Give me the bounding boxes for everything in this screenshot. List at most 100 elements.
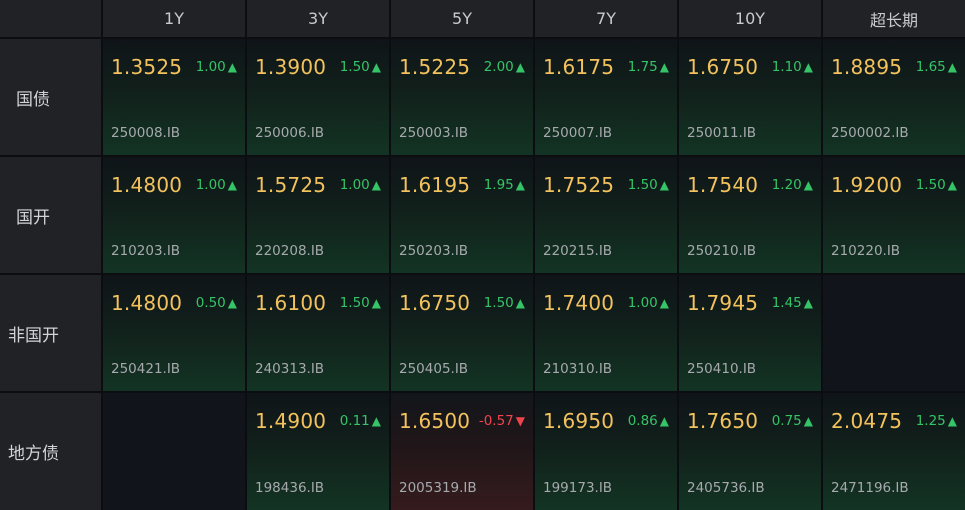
change-value: 0.50 ▲ <box>196 295 237 311</box>
quote-cell[interactable]: 1.6100 1.50 ▲ 240313.IB <box>247 275 389 391</box>
yield-value: 1.6750 <box>687 55 759 79</box>
quote-cell[interactable]: 1.6750 1.10 ▲ 250011.IB <box>679 39 821 155</box>
quote-cell[interactable]: 1.6175 1.75 ▲ 250007.IB <box>535 39 677 155</box>
change-value: 1.45 ▲ <box>772 295 813 311</box>
triangle-up-icon: ▲ <box>947 60 957 74</box>
change-value: -0.57 ▼ <box>479 413 525 429</box>
bond-code: 250007.IB <box>543 125 613 141</box>
change-value: 1.50 ▲ <box>916 177 957 193</box>
change-value: 1.95 ▲ <box>484 177 525 193</box>
yield-value: 1.8895 <box>831 55 903 79</box>
quote-cell-empty[interactable] <box>103 393 245 510</box>
bond-code: 210310.IB <box>543 361 613 377</box>
quote-cell[interactable]: 1.7525 1.50 ▲ 220215.IB <box>535 157 677 273</box>
bond-code: 250410.IB <box>687 361 757 377</box>
quote-cell[interactable]: 1.7540 1.20 ▲ 250210.IB <box>679 157 821 273</box>
quote-cell[interactable]: 1.6500 -0.57 ▼ 2005319.IB <box>391 393 533 510</box>
quote-cell[interactable]: 1.3900 1.50 ▲ 250006.IB <box>247 39 389 155</box>
change-number: 1.10 <box>771 59 802 75</box>
yield-value: 1.6175 <box>543 55 615 79</box>
change-number: 1.20 <box>771 177 802 193</box>
triangle-up-icon: ▲ <box>371 60 381 74</box>
triangle-up-icon: ▲ <box>659 296 669 310</box>
yield-value: 1.6500 <box>399 409 471 433</box>
change-value: 0.86 ▲ <box>628 413 669 429</box>
row-label: 国开 <box>0 157 101 273</box>
quote-cell[interactable]: 1.4800 0.50 ▲ 250421.IB <box>103 275 245 391</box>
triangle-down-icon: ▼ <box>515 414 525 428</box>
change-number: -0.57 <box>478 413 514 429</box>
change-number: 0.75 <box>771 413 802 429</box>
triangle-up-icon: ▲ <box>803 178 813 192</box>
column-header-1y[interactable]: 1Y <box>103 0 245 37</box>
bond-yield-grid: 1Y 3Y 5Y 7Y 10Y 超长期 国债 1.3525 1.00 ▲ 250008.… <box>0 0 965 510</box>
quote-cell[interactable]: 1.4800 1.00 ▲ 210203.IB <box>103 157 245 273</box>
quote-cell[interactable]: 1.5225 2.00 ▲ 250003.IB <box>391 39 533 155</box>
triangle-up-icon: ▲ <box>803 60 813 74</box>
bond-code: 220208.IB <box>255 243 325 259</box>
quote-cell[interactable]: 1.7650 0.75 ▲ 2405736.IB <box>679 393 821 510</box>
bond-code: 250203.IB <box>399 243 469 259</box>
column-header-5y[interactable]: 5Y <box>391 0 533 37</box>
quote-cell[interactable]: 1.5725 1.00 ▲ 220208.IB <box>247 157 389 273</box>
change-number: 1.25 <box>915 413 946 429</box>
row-label: 非国开 <box>0 275 101 391</box>
quote-cell[interactable]: 1.4900 0.11 ▲ 198436.IB <box>247 393 389 510</box>
change-value: 1.20 ▲ <box>772 177 813 193</box>
yield-value: 1.7400 <box>543 291 615 315</box>
column-header-10y[interactable]: 10Y <box>679 0 821 37</box>
quote-cell[interactable]: 1.8895 1.65 ▲ 2500002.IB <box>823 39 965 155</box>
quote-cell[interactable]: 1.3525 1.00 ▲ 250008.IB <box>103 39 245 155</box>
header-corner <box>0 0 101 37</box>
triangle-up-icon: ▲ <box>659 178 669 192</box>
bond-code: 250421.IB <box>111 361 181 377</box>
bond-code: 250405.IB <box>399 361 469 377</box>
change-number: 2.00 <box>483 59 514 75</box>
yield-value: 1.6100 <box>255 291 327 315</box>
bond-code: 250003.IB <box>399 125 469 141</box>
yield-value: 1.3900 <box>255 55 327 79</box>
quote-cell[interactable]: 1.6195 1.95 ▲ 250203.IB <box>391 157 533 273</box>
bond-code: 220215.IB <box>543 243 613 259</box>
triangle-up-icon: ▲ <box>515 296 525 310</box>
yield-value: 1.3525 <box>111 55 183 79</box>
bond-code: 210203.IB <box>111 243 181 259</box>
yield-value: 1.4800 <box>111 173 183 197</box>
bond-code: 198436.IB <box>255 480 325 496</box>
change-value: 1.25 ▲ <box>916 413 957 429</box>
column-header-7y[interactable]: 7Y <box>535 0 677 37</box>
column-header-3y[interactable]: 3Y <box>247 0 389 37</box>
change-value: 1.00 ▲ <box>196 59 237 75</box>
change-number: 1.95 <box>483 177 514 193</box>
change-value: 0.75 ▲ <box>772 413 813 429</box>
quote-cell[interactable]: 1.6750 1.50 ▲ 250405.IB <box>391 275 533 391</box>
triangle-up-icon: ▲ <box>659 60 669 74</box>
quote-cell[interactable]: 1.7400 1.00 ▲ 210310.IB <box>535 275 677 391</box>
yield-value: 1.4900 <box>255 409 327 433</box>
change-value: 1.50 ▲ <box>340 295 381 311</box>
change-value: 1.50 ▲ <box>340 59 381 75</box>
quote-cell[interactable]: 2.0475 1.25 ▲ 2471196.IB <box>823 393 965 510</box>
triangle-up-icon: ▲ <box>227 178 237 192</box>
quote-cell-empty[interactable] <box>823 275 965 391</box>
yield-value: 1.7525 <box>543 173 615 197</box>
change-value: 1.00 ▲ <box>628 295 669 311</box>
change-number: 1.50 <box>483 295 514 311</box>
change-number: 1.65 <box>915 59 946 75</box>
change-number: 1.50 <box>627 177 658 193</box>
triangle-up-icon: ▲ <box>227 296 237 310</box>
bond-code: 240313.IB <box>255 361 325 377</box>
quote-cell[interactable]: 1.7945 1.45 ▲ 250410.IB <box>679 275 821 391</box>
change-value: 1.50 ▲ <box>484 295 525 311</box>
column-header-ultra-long[interactable]: 超长期 <box>823 0 965 37</box>
triangle-up-icon: ▲ <box>371 414 381 428</box>
quote-cell[interactable]: 1.9200 1.50 ▲ 210220.IB <box>823 157 965 273</box>
quote-cell[interactable]: 1.6950 0.86 ▲ 199173.IB <box>535 393 677 510</box>
yield-value: 2.0475 <box>831 409 903 433</box>
yield-value: 1.9200 <box>831 173 903 197</box>
change-number: 1.50 <box>339 59 370 75</box>
yield-value: 1.7540 <box>687 173 759 197</box>
yield-value: 1.5225 <box>399 55 471 79</box>
yield-value: 1.7650 <box>687 409 759 433</box>
change-value: 1.10 ▲ <box>772 59 813 75</box>
